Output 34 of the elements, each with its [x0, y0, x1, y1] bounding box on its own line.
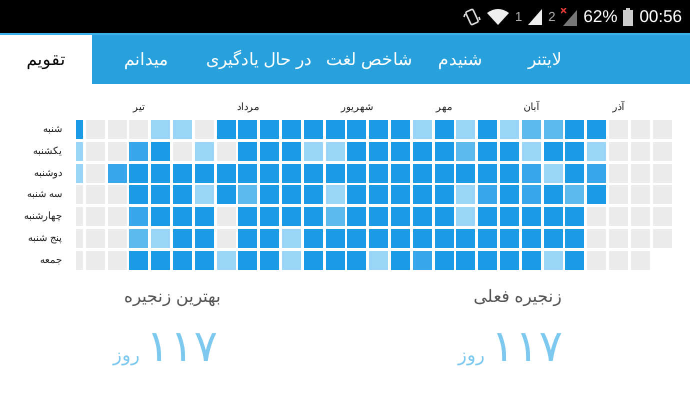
- battery-percent: 62%: [583, 6, 618, 28]
- tab[interactable]: لایتنر: [500, 35, 590, 84]
- battery-icon: [623, 8, 634, 26]
- month-label: آذر: [612, 100, 624, 115]
- vibrate-icon: [462, 6, 481, 26]
- streak-value: ۱۱۷: [146, 323, 218, 372]
- weekday-label: دوشنبه: [34, 166, 62, 181]
- month-label: تیر: [132, 101, 145, 115]
- streak-title: زنجیره فعلی: [474, 286, 562, 308]
- weekday-label: جمعه: [40, 254, 62, 268]
- sim-number: 2: [548, 8, 556, 26]
- tab[interactable]: در حال یادگیری: [200, 35, 318, 84]
- weekday-label: پنج شنبه: [28, 232, 62, 246]
- signal-icon: [528, 8, 542, 24]
- clock: 00:56: [639, 6, 682, 28]
- weekday-label: سه شنبه: [27, 188, 62, 202]
- month-label: مرداد: [236, 101, 259, 115]
- tab[interactable]: تقویم: [0, 35, 92, 84]
- weekday-label: شنبه: [43, 123, 62, 137]
- month-label: شهریور: [340, 101, 373, 115]
- streak-title: بهترین زنجیره: [124, 286, 221, 308]
- sim-number: 1: [514, 8, 522, 26]
- weekday-label: یکشنبه: [33, 144, 62, 159]
- month-label: آبان: [523, 100, 540, 115]
- tab[interactable]: میدانم: [92, 35, 200, 84]
- tab[interactable]: شنیدم: [420, 35, 500, 84]
- wifi-icon: [486, 8, 509, 26]
- streak-value: ۱۱۷: [491, 323, 563, 372]
- no-signal-icon: [561, 8, 578, 26]
- streak-unit: روز: [113, 344, 140, 368]
- streak-unit: روز: [458, 344, 485, 368]
- month-label: مهر: [436, 101, 452, 115]
- tab[interactable]: شاخص لغت: [318, 35, 420, 84]
- weekday-label: چهارشنبه: [24, 210, 62, 224]
